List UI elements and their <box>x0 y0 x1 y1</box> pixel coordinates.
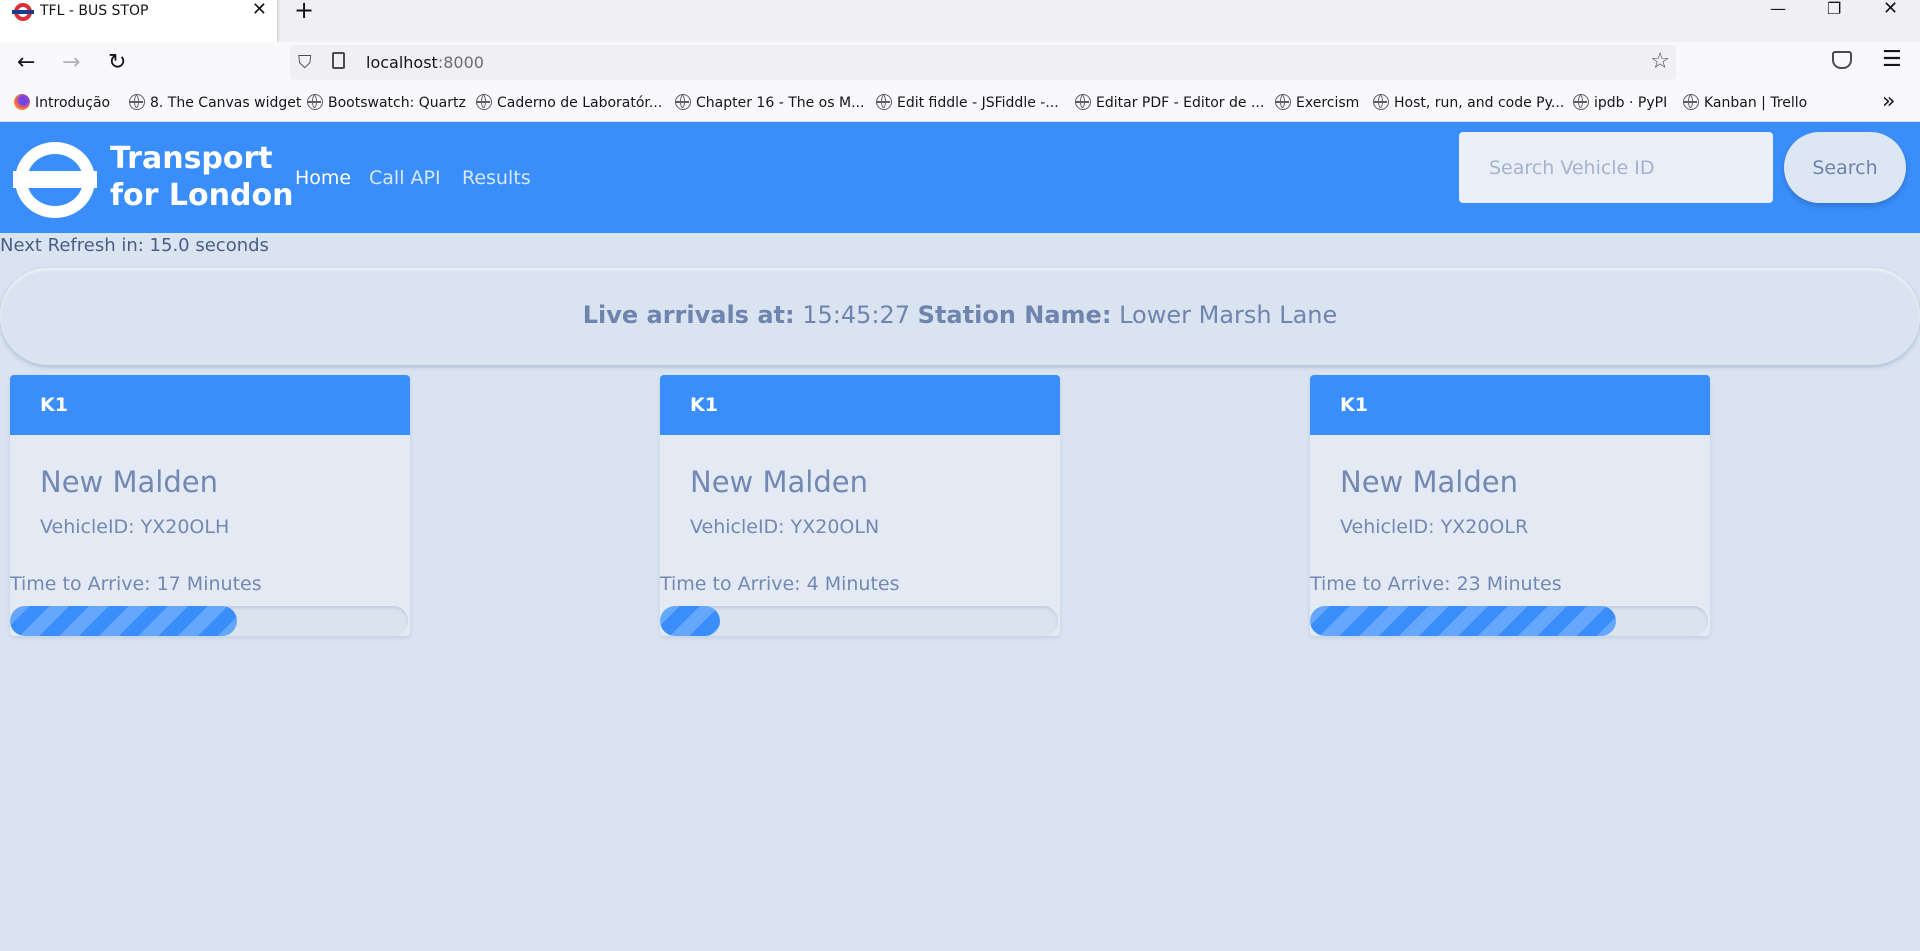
progress-fill <box>10 606 237 636</box>
bookmark-item[interactable]: ipdb · PyPI <box>1573 94 1667 112</box>
arrival-progress-bar <box>10 606 408 636</box>
refresh-countdown: Next Refresh in: 15.0 seconds <box>0 235 269 256</box>
globe-icon <box>1075 94 1091 110</box>
browser-nav-bar: ← → ↻ ⛉ localhost:8000 ☆ ☰ <box>0 42 1920 84</box>
bookmark-item[interactable]: Host, run, and code Py... <box>1373 94 1564 112</box>
browser-tab-bar: TFL - BUS STOP ✕ + — ❐ ✕ <box>0 0 1920 42</box>
card-header: K1 <box>1310 375 1710 435</box>
arrival-card: K1 New Malden VehicleID: YX20OLR Time to… <box>1310 375 1710 636</box>
bookmark-label: Edit fiddle - JSFiddle -... <box>897 95 1059 111</box>
bookmark-label: Chapter 16 - The os M... <box>696 95 865 111</box>
arrival-card: K1 New Malden VehicleID: YX20OLN Time to… <box>660 375 1060 636</box>
url-text[interactable]: localhost:8000 <box>366 53 484 72</box>
globe-icon <box>1373 94 1389 110</box>
arrival-progress-bar <box>1310 606 1708 636</box>
time-to-arrive: Time to Arrive: 23 Minutes <box>1310 573 1562 595</box>
time-to-arrive: Time to Arrive: 17 Minutes <box>10 573 262 595</box>
progress-fill <box>1310 606 1617 636</box>
bookmarks-bar: Introdução 8. The Canvas widget Bootswat… <box>0 84 1920 122</box>
globe-icon <box>129 94 145 110</box>
nav-results[interactable]: Results <box>462 166 531 190</box>
firefox-icon <box>14 94 30 110</box>
bookmark-item[interactable]: Edit fiddle - JSFiddle -... <box>876 94 1059 112</box>
forward-arrow-icon[interactable]: → <box>62 50 80 76</box>
route-number: K1 <box>690 394 718 416</box>
bookmark-item[interactable]: Bootswatch: Quartz <box>307 94 466 112</box>
bookmark-item[interactable]: Kanban | Trello <box>1683 94 1807 112</box>
bookmark-item[interactable]: Editar PDF - Editor de ... <box>1075 94 1264 112</box>
bookmark-label: Exercism <box>1296 95 1360 111</box>
route-number: K1 <box>40 394 68 416</box>
time-to-arrive: Time to Arrive: 4 Minutes <box>660 573 900 595</box>
bookmark-label: Caderno de Laboratór... <box>497 95 663 111</box>
globe-icon <box>1573 94 1589 110</box>
progress-fill <box>660 606 720 636</box>
url-port: :8000 <box>437 53 484 72</box>
banner-text: Live arrivals at: 15:45:27 Station Name:… <box>0 300 1920 330</box>
more-bookmarks-icon[interactable]: » <box>1882 89 1895 114</box>
search-button[interactable]: Search <box>1784 132 1906 203</box>
bookmark-label: Editar PDF - Editor de ... <box>1096 95 1265 111</box>
bookmark-item[interactable]: Exercism <box>1275 94 1359 112</box>
bookmark-star-icon[interactable]: ☆ <box>1650 49 1670 74</box>
browser-tab[interactable]: TFL - BUS STOP ✕ <box>0 0 278 42</box>
url-host: localhost <box>366 53 438 72</box>
bookmark-label: Introdução <box>35 95 111 111</box>
search-vehicle-input[interactable] <box>1459 132 1773 203</box>
brand-name[interactable]: Transport for London <box>110 140 293 214</box>
card-header: K1 <box>10 375 410 435</box>
arrival-progress-bar <box>660 606 1058 636</box>
station-label: Station Name: <box>917 301 1112 329</box>
tfl-roundel-icon[interactable] <box>13 142 97 218</box>
page-info-icon[interactable] <box>332 52 345 69</box>
restore-icon[interactable]: ❐ <box>1827 0 1841 18</box>
bookmark-item[interactable]: 8. The Canvas widget <box>129 94 301 112</box>
bookmark-item[interactable]: Introdução <box>14 94 110 112</box>
globe-icon <box>1275 94 1291 110</box>
new-tab-icon[interactable]: + <box>294 0 314 22</box>
minimize-icon[interactable]: — <box>1770 0 1786 18</box>
route-number: K1 <box>1340 394 1368 416</box>
globe-icon <box>876 94 892 110</box>
vehicle-id: VehicleID: YX20OLR <box>1340 516 1529 538</box>
arrivals-time: 15:45:27 <box>802 301 911 329</box>
pocket-icon[interactable] <box>1832 51 1852 69</box>
roundel-bar <box>13 171 97 188</box>
brand-line-2: for London <box>110 178 294 213</box>
nav-call-api[interactable]: Call API <box>369 166 441 190</box>
back-arrow-icon[interactable]: ← <box>17 50 35 76</box>
tab-title: TFL - BUS STOP <box>40 3 149 19</box>
destination: New Malden <box>40 465 218 499</box>
globe-icon <box>1683 94 1699 110</box>
destination: New Malden <box>1340 465 1518 499</box>
shield-icon[interactable]: ⛉ <box>298 52 312 73</box>
reload-icon[interactable]: ↻ <box>108 50 126 76</box>
arrival-card: K1 New Malden VehicleID: YX20OLH Time to… <box>10 375 410 636</box>
station-name: Lower Marsh Lane <box>1119 301 1338 329</box>
vehicle-id: VehicleID: YX20OLH <box>40 516 230 538</box>
bookmark-item[interactable]: Chapter 16 - The os M... <box>675 94 864 112</box>
close-tab-icon[interactable]: ✕ <box>252 0 267 20</box>
window-close-icon[interactable]: ✕ <box>1883 0 1898 18</box>
card-header: K1 <box>660 375 1060 435</box>
tfl-favicon-icon <box>12 3 34 21</box>
globe-icon <box>307 94 323 110</box>
arrivals-banner: Live arrivals at: 15:45:27 Station Name:… <box>0 268 1920 365</box>
globe-icon <box>675 94 691 110</box>
bookmark-label: Bootswatch: Quartz <box>328 95 466 111</box>
menu-icon[interactable]: ☰ <box>1882 47 1902 72</box>
bookmark-label: 8. The Canvas widget <box>150 95 302 111</box>
brand-line-1: Transport <box>110 141 273 176</box>
arrivals-label: Live arrivals at: <box>582 301 795 329</box>
bookmark-label: ipdb · PyPI <box>1594 95 1668 111</box>
nav-home[interactable]: Home <box>295 166 351 190</box>
url-bar[interactable]: ⛉ localhost:8000 ☆ <box>290 45 1676 80</box>
bookmark-label: Kanban | Trello <box>1704 95 1808 111</box>
globe-icon <box>476 94 492 110</box>
bookmark-label: Host, run, and code Py... <box>1394 95 1565 111</box>
app-header: Transport for London Home Call API Resul… <box>0 122 1920 233</box>
destination: New Malden <box>690 465 868 499</box>
vehicle-id: VehicleID: YX20OLN <box>690 516 880 538</box>
bookmark-item[interactable]: Caderno de Laboratór... <box>476 94 662 112</box>
